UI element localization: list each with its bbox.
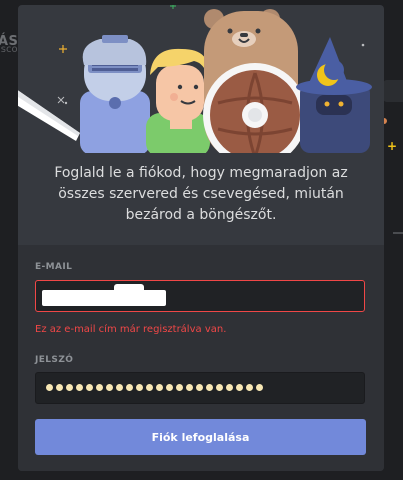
background-panel-edge — [383, 80, 403, 102]
password-mask-dot — [166, 384, 173, 391]
intro-text: Foglald le a fiókod, hogy megmaradjon az… — [54, 165, 348, 223]
password-mask-dot — [256, 384, 263, 391]
email-label: E-MAIL — [35, 262, 73, 272]
password-mask-dot — [246, 384, 253, 391]
password-mask-dot — [156, 384, 163, 391]
claim-account-modal: Foglald le a fiókod, hogy megmaradjon az… — [18, 5, 384, 471]
password-mask-dot — [86, 384, 93, 391]
email-error-message: Ez az e-mail cím már regisztrálva van. — [35, 324, 227, 335]
password-label: JELSZÓ — [35, 355, 74, 365]
password-mask-dot — [46, 384, 53, 391]
claim-account-button[interactable]: Fiók lefoglalása — [35, 419, 366, 455]
blonde-character-illustration — [146, 48, 210, 153]
sparkle-icon — [170, 5, 176, 9]
password-mask — [46, 384, 263, 391]
password-mask-dot — [176, 384, 183, 391]
password-mask-dot — [56, 384, 63, 391]
sword-illustration — [18, 90, 80, 141]
email-field[interactable] — [35, 280, 365, 312]
sparkle-icon — [59, 45, 67, 53]
password-mask-dot — [206, 384, 213, 391]
sparkle-icon — [57, 96, 65, 104]
password-mask-dot — [106, 384, 113, 391]
knight-illustration — [80, 35, 150, 153]
password-mask-dot — [96, 384, 103, 391]
password-mask-dot — [216, 384, 223, 391]
password-mask-dot — [146, 384, 153, 391]
background-sparkle-icon: + — [386, 139, 397, 153]
claim-account-form: E-MAIL Ez az e-mail cím már regisztrálva… — [18, 245, 384, 471]
hero-illustration — [18, 5, 384, 153]
password-mask-dot — [196, 384, 203, 391]
redacted-email-value — [42, 284, 166, 306]
background-divider — [393, 232, 403, 234]
wizard-illustration — [296, 37, 372, 153]
password-mask-dot — [226, 384, 233, 391]
password-mask-dot — [116, 384, 123, 391]
password-mask-dot — [186, 384, 193, 391]
background-subtitle: isco — [0, 44, 18, 55]
password-mask-dot — [236, 384, 243, 391]
password-mask-dot — [136, 384, 143, 391]
password-mask-dot — [66, 384, 73, 391]
password-mask-dot — [126, 384, 133, 391]
password-mask-dot — [76, 384, 83, 391]
password-field[interactable] — [35, 372, 365, 404]
